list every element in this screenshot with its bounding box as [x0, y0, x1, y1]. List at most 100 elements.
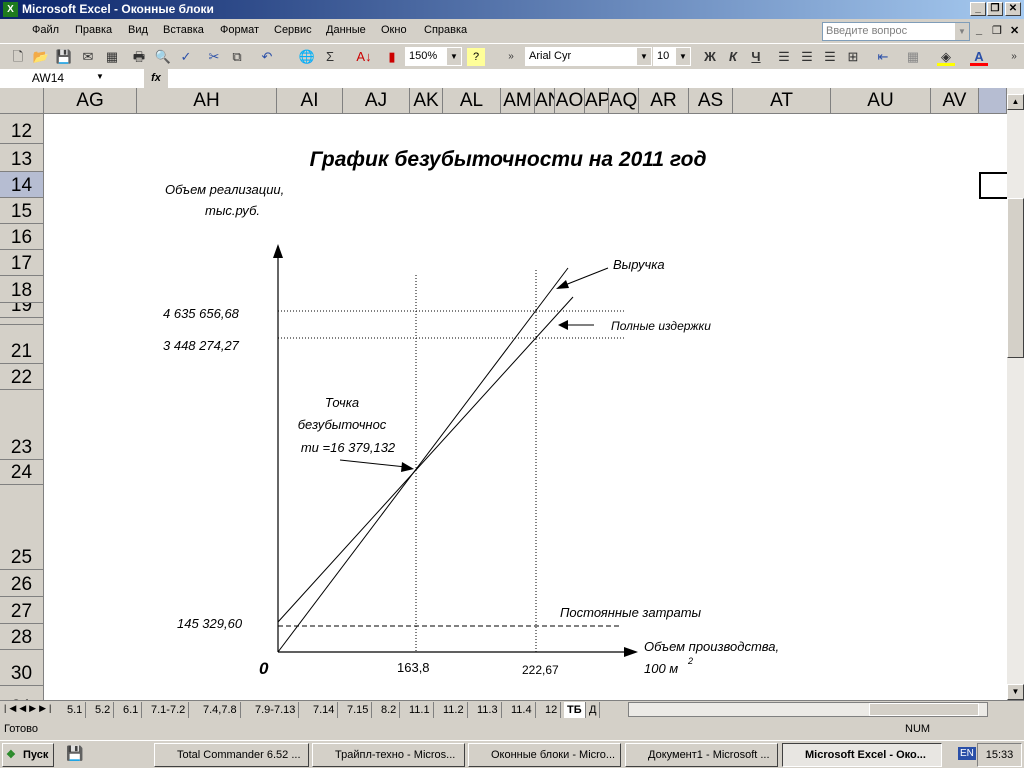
name-box[interactable]: AW14	[2, 69, 94, 87]
sheet-tab-12[interactable]: 11.4	[508, 702, 536, 718]
save-icon[interactable]: 💾	[55, 48, 73, 66]
decrease-indent-icon[interactable]: ⇤	[874, 48, 892, 66]
autosum-icon[interactable]: Σ	[321, 48, 339, 66]
align-left-icon[interactable]: ☰	[775, 48, 793, 66]
minimize-button[interactable]: _	[970, 2, 986, 16]
help-placeholder: Введите вопрос	[826, 25, 908, 37]
italic-button[interactable]: К	[724, 48, 742, 66]
menu-tools[interactable]: Сервис	[274, 24, 312, 36]
permission-icon[interactable]: ▦	[103, 48, 121, 66]
task-okonnye[interactable]: Оконные блоки - Micro...	[468, 743, 621, 767]
scroll-thumb[interactable]	[1007, 198, 1024, 358]
font-size-select[interactable]: 10 ▼	[653, 47, 691, 66]
chevron-down-icon[interactable]: ▼	[447, 48, 461, 65]
task-trayple[interactable]: Трайпл-техно - Micros...	[312, 743, 465, 767]
doc-close-button[interactable]: ✕	[1010, 24, 1019, 37]
sheet-tab-15[interactable]: Д	[586, 702, 601, 718]
task-excel[interactable]: Microsoft Excel - Око...	[782, 743, 942, 767]
font-color-icon[interactable]: A	[970, 48, 988, 66]
menu-format[interactable]: Формат	[220, 24, 259, 36]
spelling-icon[interactable]: ✓	[177, 48, 195, 66]
borders-icon[interactable]: ▦	[904, 48, 922, 66]
sheet-tab-0[interactable]: 5.1	[64, 702, 87, 718]
task-label: Оконные блоки - Micro...	[491, 749, 616, 761]
title-bar: X Microsoft Excel - Оконные блоки _ ❐ ✕	[0, 0, 1024, 19]
clock: 15:33	[977, 743, 1022, 767]
h-scroll-thumb[interactable]	[869, 703, 979, 716]
hyperlink-icon[interactable]: 🌐	[298, 48, 316, 66]
sheet-tab-8[interactable]: 8.2	[378, 702, 401, 718]
sheet-tab-7[interactable]: 7.15	[344, 702, 373, 718]
vertical-scrollbar[interactable]: ▲ ▼	[1007, 88, 1024, 700]
task-total-commander[interactable]: Total Commander 6.52 ...	[154, 743, 309, 767]
formula-bar: AW14 ▼ fx	[0, 68, 1024, 88]
fixed-costs-label: Постоянные затраты	[560, 605, 702, 620]
sheet-tab-1[interactable]: 5.2	[92, 702, 115, 718]
underline-button[interactable]: Ч	[747, 48, 765, 66]
cut-icon[interactable]: ✂	[205, 48, 223, 66]
menu-insert[interactable]: Вставка	[163, 24, 204, 36]
mail-icon[interactable]: ✉	[79, 48, 97, 66]
scroll-up-icon[interactable]: ▲	[1007, 94, 1024, 110]
toolbar-options-icon-2[interactable]: »	[1005, 48, 1023, 66]
spreadsheet-grid[interactable]: AGAHAIAJAKALAMANAOAPAQARASATAUAV 1213141…	[0, 88, 1007, 700]
doc-restore-button[interactable]: ❐	[992, 24, 1002, 37]
sheet-tab-6[interactable]: 7.14	[310, 702, 339, 718]
fx-icon[interactable]: fx	[144, 69, 168, 88]
formula-input[interactable]	[168, 69, 1024, 88]
new-icon[interactable]: 🗋	[9, 48, 27, 66]
open-icon[interactable]: 📂	[32, 48, 50, 66]
bep-label-1: Точка	[325, 395, 359, 410]
sheet-tab-11[interactable]: 11.3	[474, 702, 502, 718]
font-size-value: 10	[657, 50, 670, 62]
fill-color-icon[interactable]: ◈	[937, 48, 955, 66]
menu-help[interactable]: Справка	[424, 24, 467, 36]
menu-data[interactable]: Данные	[326, 24, 366, 36]
menu-file[interactable]: Файл	[32, 24, 59, 36]
menu-view[interactable]: Вид	[128, 24, 148, 36]
sort-icon[interactable]: A↓	[355, 48, 373, 66]
bold-button[interactable]: Ж	[701, 48, 719, 66]
horizontal-scrollbar[interactable]	[628, 702, 988, 717]
copy-icon[interactable]: ⧉	[228, 48, 246, 66]
full-costs-line	[277, 296, 574, 623]
quick-launch-icon[interactable]: 💾	[66, 745, 83, 762]
sheet-tab-3[interactable]: 7.1-7.2	[148, 702, 190, 718]
name-box-dropdown-icon[interactable]: ▼	[96, 72, 104, 81]
chevron-down-icon[interactable]: ▼	[676, 48, 690, 65]
y-axis-label-2: тыс.руб.	[205, 203, 260, 218]
scroll-down-icon[interactable]: ▼	[1007, 684, 1024, 700]
merge-center-icon[interactable]: ⊞	[844, 48, 862, 66]
chevron-down-icon[interactable]: ▼	[955, 23, 969, 40]
restore-button[interactable]: ❐	[987, 2, 1003, 16]
sheet-tab-4[interactable]: 7.4,7.8	[200, 702, 241, 718]
sheet-tab-13[interactable]: 12	[542, 702, 562, 718]
close-button[interactable]: ✕	[1005, 2, 1021, 16]
align-right-icon[interactable]: ☰	[821, 48, 839, 66]
language-indicator[interactable]: EN	[958, 747, 976, 760]
chevron-down-icon[interactable]: ▼	[637, 48, 651, 65]
help-question-input[interactable]: Введите вопрос ▼	[822, 22, 970, 41]
tab-scroll-icons[interactable]: |◀◀▶▶|	[4, 703, 54, 714]
sheet-tab-5[interactable]: 7.9-7.13	[252, 702, 300, 718]
font-select[interactable]: Arial Cyr ▼	[525, 47, 652, 66]
menu-window[interactable]: Окно	[381, 24, 407, 36]
align-center-icon[interactable]: ☰	[798, 48, 816, 66]
print-icon[interactable]: 🖶	[130, 48, 148, 66]
sheet-tab-10[interactable]: 11.2	[440, 702, 468, 718]
sheet-tab-9[interactable]: 11.1	[406, 702, 434, 718]
menu-edit[interactable]: Правка	[75, 24, 112, 36]
toolbar-options-icon[interactable]: »	[502, 48, 520, 66]
help-icon[interactable]: ?	[467, 48, 485, 66]
x-axis-label-2: 100 м	[644, 661, 678, 676]
start-button[interactable]: ❖ Пуск	[2, 743, 54, 767]
task-document1[interactable]: Документ1 - Microsoft ...	[625, 743, 778, 767]
undo-icon[interactable]: ↶	[258, 48, 276, 66]
doc-minimize-button[interactable]: _	[976, 24, 982, 36]
chart-wizard-icon[interactable]: ▮	[383, 48, 401, 66]
sheet-tab-14[interactable]: ТБ	[564, 702, 586, 718]
zoom-select[interactable]: 150% ▼	[405, 47, 462, 66]
sheet-tab-2[interactable]: 6.1	[120, 702, 143, 718]
print-preview-icon[interactable]: 🔍	[154, 48, 172, 66]
menu-bar: Файл Правка Вид Вставка Формат Сервис Да…	[0, 19, 1024, 43]
